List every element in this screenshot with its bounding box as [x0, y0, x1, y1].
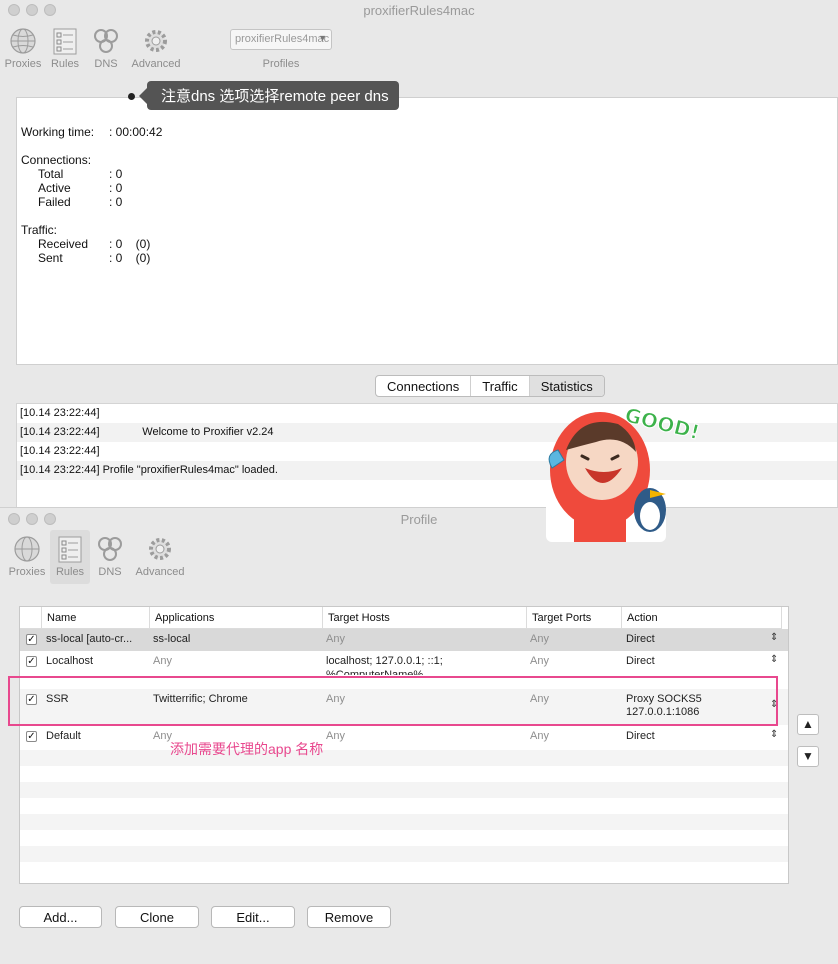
toolbar-label: Advanced	[131, 58, 181, 70]
total-value: : 0	[109, 167, 123, 181]
column-header-name[interactable]: Name	[42, 607, 150, 629]
rule-hosts: localhost; 127.0.0.1; ::1;	[326, 655, 443, 667]
column-header-enabled	[20, 607, 42, 629]
window-title: proxifierRules4mac	[363, 3, 475, 18]
rule-name: Default	[46, 730, 81, 742]
profile-select-value: proxifierRules4mac	[235, 33, 330, 45]
annotation-tooltip: 注意dns 选项选择remote peer dns	[139, 81, 399, 110]
dns-icon	[94, 29, 118, 53]
received-label: Received	[38, 237, 89, 251]
toolbar-advanced[interactable]: Advanced	[134, 534, 186, 578]
connections-label: Connections:	[21, 153, 92, 167]
add-button[interactable]: Add...	[19, 906, 102, 928]
toolbar-label: Rules	[55, 566, 85, 578]
annotation-dot	[128, 93, 135, 100]
empty-row	[20, 750, 788, 766]
rule-applications: Any	[153, 655, 172, 667]
table-row[interactable]: ✓ Default Any Any Any Direct ⇕	[20, 726, 788, 748]
column-header-action[interactable]: Action	[622, 607, 782, 629]
clone-button[interactable]: Clone	[115, 906, 199, 928]
rules-icon	[58, 536, 82, 563]
edit-button[interactable]: Edit...	[211, 906, 295, 928]
toolbar-proxies[interactable]: Proxies	[4, 534, 50, 578]
titlebar: proxifierRules4mac	[0, 0, 838, 22]
action-stepper-icon[interactable]: ⇕	[770, 654, 778, 665]
column-header-target-hosts[interactable]: Target Hosts	[323, 607, 527, 629]
toolbar-label: Proxies	[4, 58, 42, 70]
action-stepper-icon[interactable]: ⇕	[770, 729, 778, 740]
tab-statistics[interactable]: Statistics	[529, 376, 604, 396]
toolbar-label: Proxies	[8, 566, 46, 578]
rule-hosts: Any	[326, 730, 345, 742]
toolbar-advanced[interactable]: Advanced	[130, 26, 182, 70]
remove-button[interactable]: Remove	[307, 906, 391, 928]
total-label: Total	[38, 167, 64, 181]
toolbar-rules[interactable]: Rules	[42, 26, 88, 70]
empty-row	[20, 814, 788, 830]
toolbar-dns[interactable]: DNS	[83, 26, 129, 70]
profiles-label: Profiles	[262, 58, 300, 70]
rule-hosts-line2: %ComputerName%	[326, 669, 424, 675]
toolbar-label: DNS	[98, 566, 122, 578]
profile-select[interactable]: proxifierRules4mac ▼	[230, 29, 332, 50]
gear-icon	[149, 538, 171, 560]
rule-enabled-checkbox[interactable]: ✓	[26, 634, 37, 645]
empty-row	[20, 846, 788, 862]
move-down-button[interactable]: ▼	[797, 746, 819, 767]
ssr-row-highlight	[8, 676, 778, 726]
rule-action: Direct	[626, 655, 655, 667]
chevron-down-icon: ▼	[318, 33, 327, 43]
tab-connections[interactable]: Connections	[376, 376, 472, 396]
rule-name: ss-local [auto-cr...	[46, 633, 133, 645]
column-header-target-ports[interactable]: Target Ports	[527, 607, 622, 629]
rule-ports: Any	[530, 730, 549, 742]
sent-label: Sent	[38, 251, 63, 265]
rule-hosts: Any	[326, 633, 345, 645]
move-up-button[interactable]: ▲	[797, 714, 819, 735]
active-label: Active	[38, 181, 71, 195]
column-header-applications[interactable]: Applications	[150, 607, 323, 629]
rule-action: Direct	[626, 730, 655, 742]
good-sticker: GOOD!	[546, 402, 703, 542]
globe-icon	[10, 28, 36, 54]
sent-value: : 0 (0)	[109, 251, 151, 265]
toolbar-rules[interactable]: Rules	[50, 530, 90, 584]
failed-label: Failed	[38, 195, 71, 209]
toolbar-label: DNS	[94, 58, 118, 70]
traffic-label: Traffic:	[21, 223, 58, 237]
rule-action: Direct	[626, 633, 655, 645]
rules-table: Name Applications Target Hosts Target Po…	[19, 606, 789, 884]
toolbar-label: Advanced	[135, 566, 185, 578]
globe-icon	[14, 536, 40, 562]
profile-window: Profile Proxies Rules DNS Advanced Name …	[0, 507, 838, 964]
dns-icon	[98, 537, 122, 561]
rule-enabled-checkbox[interactable]: ✓	[26, 656, 37, 667]
toolbar-label: Rules	[50, 58, 80, 70]
rule-ports: Any	[530, 633, 549, 645]
gear-icon	[145, 30, 167, 52]
tab-traffic[interactable]: Traffic	[471, 376, 530, 396]
empty-row	[20, 782, 788, 798]
working-time-label: Working time:	[21, 125, 95, 139]
rule-ports: Any	[530, 655, 549, 667]
toolbar-dns[interactable]: DNS	[87, 534, 133, 578]
hint-annotation: 添加需要代理的app 名称	[170, 741, 324, 757]
view-tabs: Connections Traffic Statistics	[375, 375, 605, 397]
table-row[interactable]: ✓ ss-local [auto-cr... ss-local Any Any …	[20, 629, 788, 651]
working-time-value: : 00:00:42	[109, 125, 163, 139]
rule-applications: ss-local	[153, 633, 191, 645]
statistics-panel: Working time: : 00:00:42 Connections: To…	[16, 97, 838, 365]
action-stepper-icon[interactable]: ⇕	[770, 632, 778, 643]
failed-value: : 0	[109, 195, 123, 209]
active-value: : 0	[109, 181, 123, 195]
rules-icon	[53, 28, 77, 55]
toolbar-proxies[interactable]: Proxies	[0, 26, 46, 70]
received-value: : 0 (0)	[109, 237, 151, 251]
rule-name: Localhost	[46, 655, 94, 667]
rule-enabled-checkbox[interactable]: ✓	[26, 731, 37, 742]
